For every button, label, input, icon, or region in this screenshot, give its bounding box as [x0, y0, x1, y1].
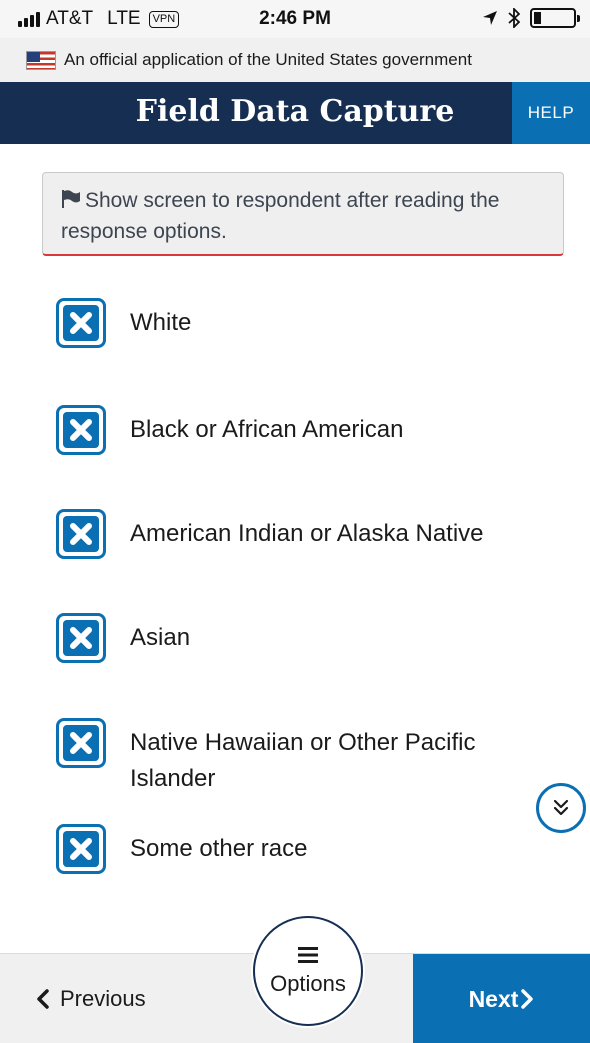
checkbox-x-icon[interactable]: [56, 824, 106, 874]
us-flag-icon: [26, 50, 56, 70]
app-header: Field Data Capture HELP: [0, 82, 590, 144]
status-bar: AT&T LTE VPN 2:46 PM: [0, 0, 590, 38]
chevron-right-icon: [521, 989, 534, 1009]
checkbox-x-icon[interactable]: [56, 718, 106, 768]
next-button[interactable]: Next: [413, 954, 590, 1043]
gov-banner: An official application of the United St…: [0, 38, 590, 82]
option-black-or-african-american[interactable]: Black or African American: [56, 405, 530, 455]
option-white[interactable]: White: [56, 298, 530, 348]
location-icon: [483, 11, 497, 25]
next-label: Next: [468, 985, 519, 1012]
option-label: White: [130, 309, 192, 336]
flag-icon: [62, 190, 80, 208]
previous-label: Previous: [60, 986, 146, 1011]
option-label: Some other race: [130, 835, 308, 862]
hamburger-menu-icon: [298, 947, 318, 963]
option-some-other-race[interactable]: Some other race: [56, 824, 530, 874]
help-button[interactable]: HELP: [512, 82, 590, 144]
alert-text: Show screen to respondent after reading …: [61, 189, 500, 243]
option-american-indian-or-alaska-native[interactable]: American Indian or Alaska Native: [56, 509, 530, 559]
status-right: [482, 8, 580, 28]
checkbox-x-icon[interactable]: [56, 509, 106, 559]
instruction-alert: Show screen to respondent after reading …: [42, 172, 564, 256]
page-title: Field Data Capture: [135, 94, 455, 129]
scroll-down-button[interactable]: [536, 783, 586, 833]
checkbox-x-icon[interactable]: [56, 405, 106, 455]
double-chevron-down-icon: [553, 799, 569, 816]
option-label: Asian: [130, 624, 191, 651]
chevron-left-icon: [37, 989, 49, 1009]
options-menu-button[interactable]: Options: [253, 916, 363, 1026]
option-label: American Indian or Alaska Native: [130, 520, 484, 547]
option-asian[interactable]: Asian: [56, 613, 530, 663]
bluetooth-icon: [508, 8, 520, 28]
gov-banner-text: An official application of the United St…: [64, 50, 472, 69]
option-label: Native Hawaiian or Other Pacific Islande…: [130, 729, 476, 792]
previous-button[interactable]: Previous: [0, 954, 250, 1043]
checkbox-x-icon[interactable]: [56, 613, 106, 663]
options-label: Options: [270, 971, 346, 996]
battery-icon: [530, 8, 580, 28]
option-native-hawaiian-or-other-pacific-islander[interactable]: Native Hawaiian or Other Pacific Islande…: [56, 718, 520, 797]
checkbox-x-icon[interactable]: [56, 298, 106, 348]
option-label: Black or African American: [130, 416, 404, 443]
